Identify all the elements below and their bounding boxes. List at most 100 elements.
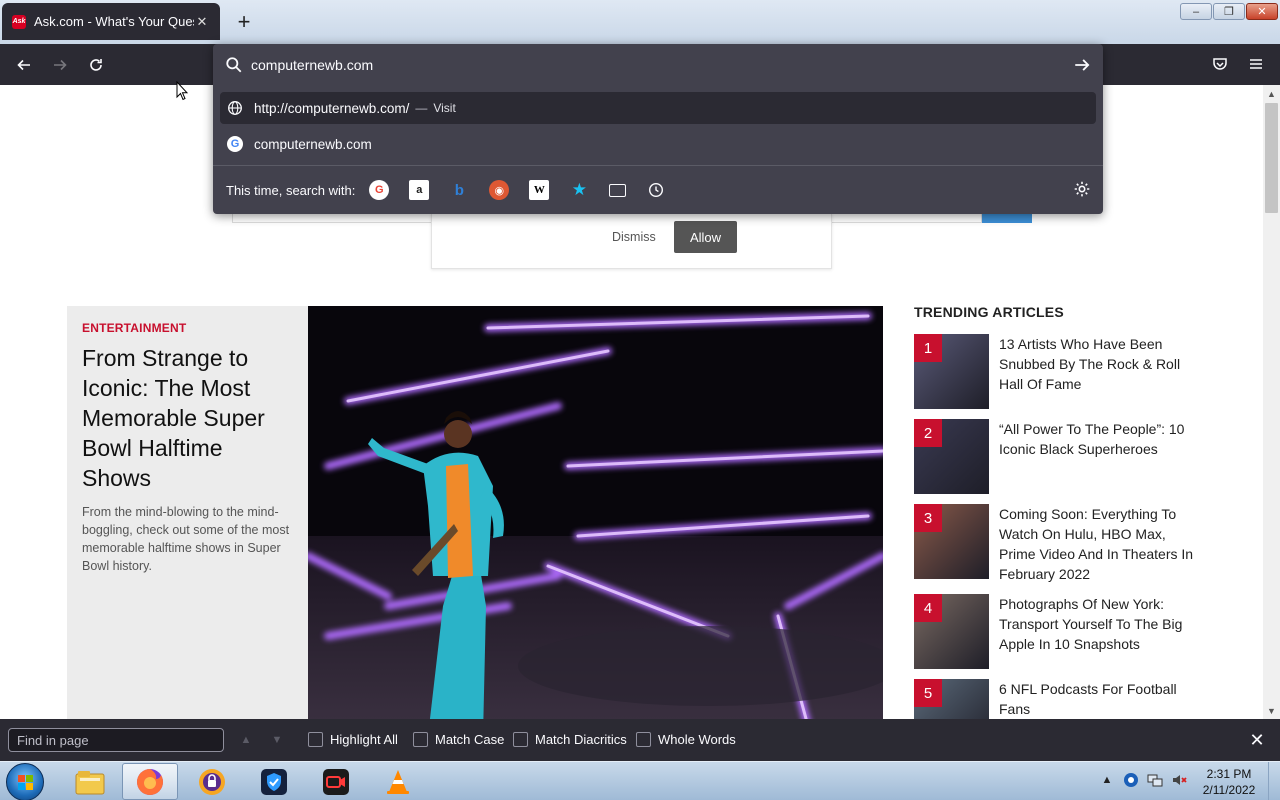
taskbar-screen-recorder[interactable]: [308, 763, 364, 800]
article-category[interactable]: ENTERTAINMENT: [82, 321, 293, 335]
trending-item[interactable]: 4 Photographs Of New York: Transport Your…: [914, 594, 1214, 670]
find-next-arrow-icon[interactable]: ▼: [267, 730, 287, 750]
reload-button[interactable]: [83, 52, 109, 78]
suggestion-visit-url[interactable]: http://computernewb.com/ — Visit: [220, 92, 1096, 124]
trending-headline[interactable]: “All Power To The People”: 10 Iconic Bla…: [999, 419, 1199, 459]
taskbar-vpn-app[interactable]: [184, 763, 240, 800]
url-input[interactable]: computernewb.com: [251, 57, 373, 73]
find-bar-close-button[interactable]: ✕: [1246, 729, 1268, 751]
page-scrollbar[interactable]: ▲ ▼: [1263, 85, 1280, 719]
match-diacritics-checkbox[interactable]: Match Diacritics: [513, 732, 627, 747]
tray-expand-arrow-icon[interactable]: ▲: [1098, 771, 1116, 789]
pocket-button[interactable]: [1209, 53, 1231, 75]
amazon-engine-icon[interactable]: a: [409, 180, 430, 200]
trending-thumbnail[interactable]: 5: [914, 679, 989, 719]
trending-thumbnail[interactable]: 1: [914, 334, 989, 409]
ask-favicon-icon: Ask: [12, 14, 26, 29]
show-desktop-button[interactable]: [1268, 762, 1280, 800]
google-icon: G: [227, 136, 243, 152]
duckduckgo-engine-icon[interactable]: ◉: [489, 180, 510, 200]
tray-volume-muted-icon[interactable]: [1170, 771, 1188, 789]
taskbar-firefox[interactable]: [122, 763, 178, 800]
scroll-down-arrow-icon[interactable]: ▼: [1263, 702, 1280, 719]
tray-network-icon[interactable]: [1146, 771, 1164, 789]
article-headline[interactable]: From Strange to Iconic: The Most Memorab…: [82, 343, 293, 493]
reload-icon: [90, 59, 102, 71]
maximize-button[interactable]: ❐: [1213, 3, 1245, 20]
scroll-up-arrow-icon[interactable]: ▲: [1263, 85, 1280, 102]
trending-item[interactable]: 2 “All Power To The People”: 10 Iconic Bl…: [914, 419, 1214, 495]
mouse-cursor-icon: [176, 81, 188, 101]
search-settings-gear-icon[interactable]: [1073, 180, 1091, 198]
forward-arrow-icon: [54, 59, 67, 71]
find-in-page-input[interactable]: [8, 728, 224, 752]
trending-thumbnail[interactable]: 2: [914, 419, 989, 494]
highlight-all-label: Highlight All: [330, 732, 398, 747]
urlbar-dropdown: computernewb.com http://computernewb.com…: [213, 44, 1103, 214]
back-button[interactable]: [11, 52, 37, 78]
checkbox-icon: [413, 732, 428, 747]
whole-words-checkbox[interactable]: Whole Words: [636, 732, 736, 747]
lock-badge-icon: [199, 768, 225, 795]
trending-number-badge: 4: [914, 594, 942, 622]
match-case-checkbox[interactable]: Match Case: [413, 732, 504, 747]
trending-headline[interactable]: Coming Soon: Everything To Watch On Hulu…: [999, 504, 1199, 584]
featured-article-image[interactable]: [308, 306, 883, 719]
search-icon: [226, 57, 242, 73]
tab-close-icon[interactable]: ✕: [194, 14, 210, 30]
tab-title: Ask.com - What's Your Question?: [34, 14, 194, 29]
trending-item[interactable]: 5 6 NFL Podcasts For Football Fans: [914, 679, 1214, 719]
minimize-button[interactable]: –: [1180, 3, 1212, 20]
urlbar[interactable]: computernewb.com: [213, 44, 1103, 86]
featured-article[interactable]: ENTERTAINMENT From Strange to Iconic: Th…: [67, 306, 883, 719]
window-close-button[interactable]: ✕: [1246, 3, 1278, 20]
taskbar-shield-app[interactable]: [246, 763, 302, 800]
trending-headline[interactable]: 6 NFL Podcasts For Football Fans: [999, 679, 1199, 719]
taskbar-file-explorer[interactable]: [62, 763, 118, 800]
trending-articles: TRENDING ARTICLES 1 13 Artists Who Have B…: [914, 304, 1214, 719]
tabs-icon[interactable]: [609, 183, 627, 197]
suggestion-action: Visit: [433, 101, 456, 115]
history-clock-icon[interactable]: [646, 180, 666, 200]
trending-item[interactable]: 3 Coming Soon: Everything To Watch On Hul…: [914, 504, 1214, 582]
whole-words-label: Whole Words: [658, 732, 736, 747]
find-previous-arrow-icon[interactable]: ▲: [236, 730, 256, 750]
scroll-thumb[interactable]: [1265, 103, 1278, 213]
dismiss-button[interactable]: Dismiss: [612, 230, 656, 244]
start-button[interactable]: [6, 763, 44, 800]
windows-taskbar: ▲ 2:31 PM 2/11/2022: [0, 761, 1280, 800]
hamburger-menu-icon: [1250, 59, 1262, 69]
back-arrow-icon: [17, 59, 30, 71]
go-arrow-icon[interactable]: [1073, 56, 1091, 74]
checkbox-icon: [636, 732, 651, 747]
tab-ask[interactable]: Ask Ask.com - What's Your Question? ✕: [2, 3, 220, 40]
trending-number-badge: 5: [914, 679, 942, 707]
bookmarks-star-icon[interactable]: ★: [569, 180, 589, 200]
trending-headline[interactable]: Photographs Of New York: Transport Yours…: [999, 594, 1199, 654]
trending-headline[interactable]: 13 Artists Who Have Been Snubbed By The …: [999, 334, 1199, 394]
suggestion-search-google[interactable]: G computernewb.com: [220, 128, 1096, 160]
allow-button[interactable]: Allow: [674, 221, 737, 253]
google-engine-icon[interactable]: G: [369, 180, 390, 200]
trending-number-badge: 1: [914, 334, 942, 362]
tray-security-icon[interactable]: [1122, 771, 1140, 789]
new-tab-button[interactable]: +: [232, 10, 256, 34]
suggestion-url-text: http://computernewb.com/: [254, 100, 410, 116]
bing-engine-icon[interactable]: b: [449, 180, 469, 200]
trending-number-badge: 2: [914, 419, 942, 447]
checkbox-icon: [513, 732, 528, 747]
taskbar-clock[interactable]: 2:31 PM 2/11/2022: [1196, 766, 1262, 798]
highlight-all-checkbox[interactable]: Highlight All: [308, 732, 398, 747]
video-camera-icon: [323, 768, 349, 795]
forward-button[interactable]: [47, 52, 73, 78]
trending-thumbnail[interactable]: 4: [914, 594, 989, 669]
taskbar-vlc[interactable]: [370, 763, 426, 800]
trending-item[interactable]: 1 13 Artists Who Have Been Snubbed By The…: [914, 334, 1214, 410]
notification-prompt: Dismiss Allow: [431, 213, 832, 269]
one-off-label: This time, search with:: [226, 182, 356, 198]
trending-title: TRENDING ARTICLES: [914, 304, 1064, 320]
globe-icon: [228, 101, 242, 115]
trending-thumbnail[interactable]: 3: [914, 504, 989, 579]
menu-button[interactable]: [1245, 53, 1267, 75]
wikipedia-engine-icon[interactable]: W: [529, 180, 550, 200]
